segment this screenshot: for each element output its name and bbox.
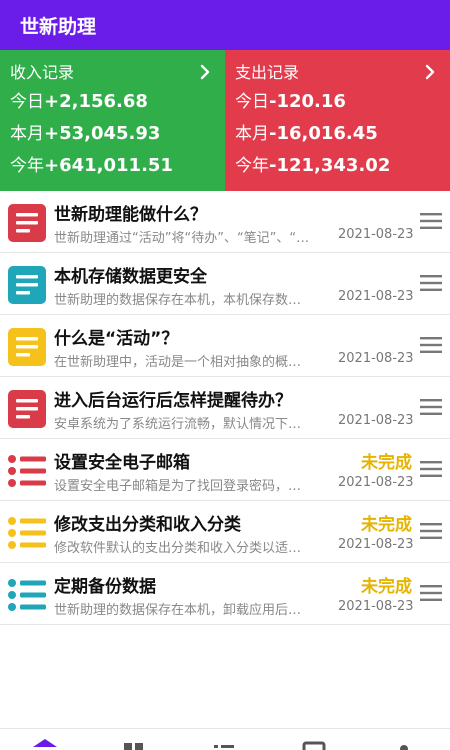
item-description: 世新助理的数据保存在本机，卸载应用后… <box>54 603 302 618</box>
profile-icon[interactable] <box>392 739 416 750</box>
drag-handle-icon[interactable] <box>420 398 442 416</box>
item-title: 什么是“活动”？ <box>54 329 179 349</box>
status-badge: 未完成 <box>361 577 412 597</box>
drag-handle-icon[interactable] <box>420 522 442 540</box>
item-date: 2021-08-23 <box>338 351 414 366</box>
expense-card[interactable]: 支出记录 今日-120.16 本月-16,016.45 今年-121,343.0… <box>225 50 450 191</box>
income-month: 本月+53,045.93 <box>10 123 161 144</box>
list-item[interactable]: 世新助理能做什么？ 世新助理通过“活动”将“待办”、“笔记”、“… 2021-08-… <box>0 191 450 253</box>
summary-panel: 收入记录 今日+2,156.68 本月+53,045.93 今年+641,011… <box>0 50 450 191</box>
list-item[interactable]: 定期备份数据 未完成世新助理的数据保存在本机，卸载应用后… 2021-08-23 <box>0 563 450 625</box>
list-item[interactable]: 设置安全电子邮箱 未完成设置安全电子邮箱是为了找回登录密码，… 2021-08-23 <box>0 439 450 501</box>
app-bar: 世新助理 <box>0 0 450 50</box>
income-today-value: +2,156.68 <box>44 91 148 112</box>
item-title: 设置安全电子邮箱 <box>54 453 190 473</box>
item-date: 2021-08-23 <box>338 599 414 614</box>
item-description: 修改软件默认的支出分类和收入分类以适… <box>54 541 302 556</box>
item-date: 2021-08-23 <box>338 227 414 242</box>
item-date: 2021-08-23 <box>338 289 414 304</box>
note-icon <box>8 390 46 428</box>
item-title: 本机存储数据更安全 <box>54 267 207 287</box>
expense-month: 本月-16,016.45 <box>235 123 378 144</box>
status-badge: 未完成 <box>361 515 412 535</box>
item-description: 设置安全电子邮箱是为了找回登录密码，… <box>54 479 302 494</box>
chevron-right-icon <box>200 64 210 80</box>
drag-handle-icon[interactable] <box>420 212 442 230</box>
note-icon <box>8 328 46 366</box>
grid-icon[interactable] <box>122 739 146 750</box>
item-description: 在世新助理中，活动是一个相对抽象的概… <box>54 355 302 370</box>
income-card[interactable]: 收入记录 今日+2,156.68 本月+53,045.93 今年+641,011… <box>0 50 225 191</box>
income-title: 收入记录 <box>10 63 75 82</box>
todo-list-icon <box>8 517 46 549</box>
expense-title: 支出记录 <box>235 63 300 82</box>
list-icon[interactable] <box>212 739 236 750</box>
income-year-value: +641,011.51 <box>44 155 173 176</box>
item-title: 进入后台运行后怎样提醒待办？ <box>54 391 292 411</box>
chevron-right-icon <box>425 64 435 80</box>
drag-handle-icon[interactable] <box>420 460 442 478</box>
app-title: 世新助理 <box>20 15 97 38</box>
item-title: 世新助理能做什么？ <box>54 205 207 225</box>
list-item[interactable]: 本机存储数据更安全世新助理的数据保存在本机，本机保存数… 2021-08-23 <box>0 253 450 315</box>
note-icon <box>8 266 46 304</box>
item-description: 世新助理通过“活动”将“待办”、“笔记”、“… <box>54 231 310 246</box>
bottom-nav <box>0 728 450 750</box>
item-date: 2021-08-23 <box>338 537 414 552</box>
drag-handle-icon[interactable] <box>420 336 442 354</box>
expense-month-value: -16,016.45 <box>269 123 378 144</box>
item-date: 2021-08-23 <box>338 413 414 428</box>
item-description: 安卓系统为了系统运行流畅，默认情况下… <box>54 417 302 432</box>
list-item[interactable]: 修改支出分类和收入分类 未完成修改软件默认的支出分类和收入分类以适… 2021-08… <box>0 501 450 563</box>
card-icon[interactable] <box>302 739 326 750</box>
income-year: 今年+641,011.51 <box>10 155 173 176</box>
expense-year-value: -121,343.02 <box>269 155 391 176</box>
drag-handle-icon[interactable] <box>420 584 442 602</box>
note-icon <box>8 204 46 242</box>
income-month-value: +53,045.93 <box>44 123 161 144</box>
item-title: 修改支出分类和收入分类 <box>54 515 241 535</box>
todo-list-icon <box>8 579 46 611</box>
item-date: 2021-08-23 <box>338 475 414 490</box>
item-title: 定期备份数据 <box>54 577 156 597</box>
activity-list: 世新助理能做什么？ 世新助理通过“活动”将“待办”、“笔记”、“… 2021-08-… <box>0 191 450 625</box>
home-icon[interactable] <box>33 739 57 750</box>
drag-handle-icon[interactable] <box>420 274 442 292</box>
status-badge: 未完成 <box>361 453 412 473</box>
expense-today-value: -120.16 <box>269 91 346 112</box>
list-item[interactable]: 进入后台运行后怎样提醒待办？ 安卓系统为了系统运行流畅，默认情况下… 2021-08… <box>0 377 450 439</box>
income-today: 今日+2,156.68 <box>10 91 148 112</box>
expense-year: 今年-121,343.02 <box>235 155 391 176</box>
todo-list-icon <box>8 455 46 487</box>
item-description: 世新助理的数据保存在本机，本机保存数… <box>54 293 302 308</box>
list-item[interactable]: 什么是“活动”？ 在世新助理中，活动是一个相对抽象的概… 2021-08-23 <box>0 315 450 377</box>
expense-today: 今日-120.16 <box>235 91 346 112</box>
